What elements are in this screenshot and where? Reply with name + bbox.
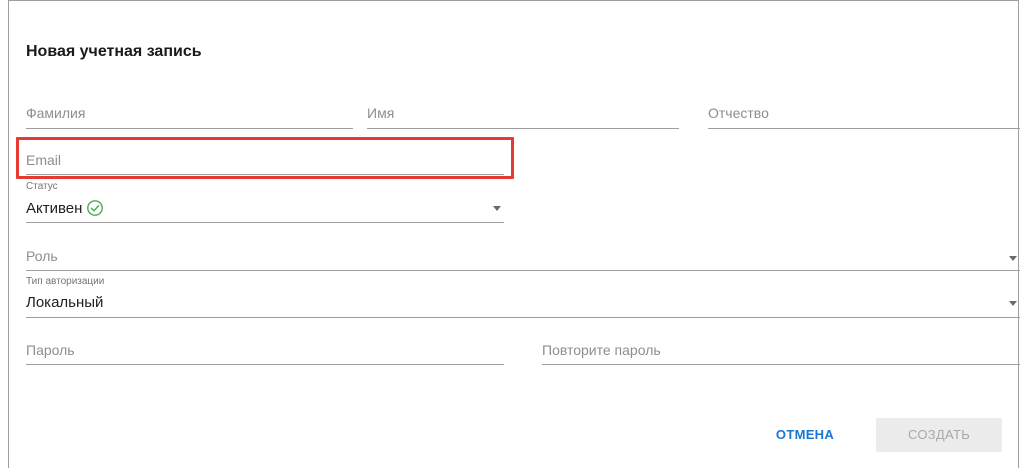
last-name-placeholder: Фамилия	[26, 105, 86, 121]
middle-name-field[interactable]: Отчество	[708, 101, 1020, 129]
check-circle-icon	[87, 200, 104, 216]
status-select[interactable]: Статус Активен	[26, 181, 504, 223]
first-name-field[interactable]: Имя	[367, 101, 679, 129]
last-name-underline	[26, 128, 353, 129]
password-repeat-placeholder: Повторите пароль	[542, 342, 661, 358]
status-underline	[26, 222, 504, 223]
auth-type-select[interactable]: Тип авторизации Локальный	[26, 276, 1020, 318]
password-repeat-underline	[542, 364, 1020, 365]
password-placeholder: Пароль	[26, 342, 75, 358]
middle-name-underline	[708, 128, 1020, 129]
status-value-text: Активен	[26, 199, 83, 217]
middle-name-placeholder: Отчество	[708, 105, 769, 121]
auth-type-value: Локальный	[26, 294, 104, 311]
password-underline	[26, 364, 504, 365]
role-dropdown-arrow-icon	[1009, 256, 1017, 261]
password-repeat-field[interactable]: Повторите пароль	[542, 338, 1020, 365]
create-button[interactable]: СОЗДАТЬ	[876, 418, 1002, 452]
new-account-dialog: Новая учетная запись Фамилия Имя Отчеств…	[8, 0, 1020, 468]
email-highlight-box	[16, 137, 514, 179]
first-name-underline	[367, 128, 679, 129]
dialog-title: Новая учетная запись	[26, 43, 202, 60]
auth-type-label: Тип авторизации	[26, 276, 105, 287]
status-value: Активен	[26, 199, 104, 217]
auth-type-underline	[26, 317, 1020, 318]
auth-type-dropdown-arrow-icon	[1009, 301, 1017, 306]
cancel-button[interactable]: ОТМЕНА	[763, 418, 847, 452]
first-name-placeholder: Имя	[367, 105, 395, 121]
role-select[interactable]: Роль	[26, 245, 1020, 271]
role-placeholder: Роль	[26, 248, 58, 264]
last-name-field[interactable]: Фамилия	[26, 101, 353, 129]
role-underline	[26, 270, 1020, 271]
password-field[interactable]: Пароль	[26, 338, 504, 365]
status-dropdown-arrow-icon	[493, 206, 501, 211]
status-label: Статус	[26, 181, 58, 192]
